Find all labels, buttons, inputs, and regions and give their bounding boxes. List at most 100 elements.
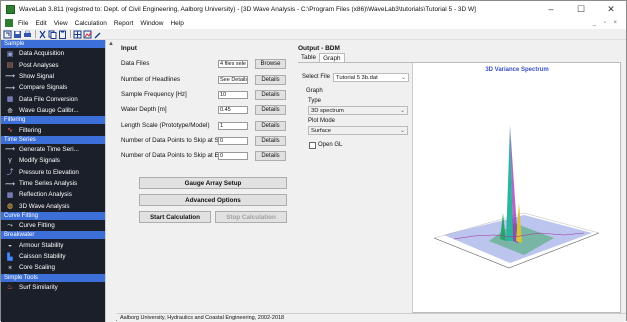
tool-sidebar: Sample ▣ Data Acquisition ▤ Post Analyses ⟿ Sh…: [1, 40, 116, 322]
sidebar-item[interactable]: ▙ Caisson Stability: [1, 251, 105, 262]
skip-end-details-button[interactable]: Details: [255, 150, 286, 161]
opengl-label: Open GL: [318, 142, 343, 148]
select-file-label: Select File: [302, 74, 331, 80]
maximize-button[interactable]: ☐: [566, 1, 596, 17]
gauge-array-setup-button[interactable]: Gauge Array Setup: [139, 177, 287, 189]
sidebar-item[interactable]: ▦ Reflection Analysis: [1, 189, 105, 200]
chart-icon: ▤: [6, 62, 14, 70]
menu-edit[interactable]: Edit: [35, 20, 46, 27]
skip-start-field[interactable]: 0: [218, 136, 248, 145]
data-files-field[interactable]: 4 files sele: [218, 59, 248, 68]
chart-icon[interactable]: [83, 30, 92, 39]
menu-view[interactable]: View: [54, 20, 68, 27]
frequency-details-button[interactable]: Details: [255, 89, 286, 100]
toolbar-separator: [35, 30, 36, 38]
advanced-options-button[interactable]: Advanced Options: [139, 194, 287, 206]
frequency-label: Sample Frequency [Hz]: [121, 91, 187, 98]
close-button[interactable]: ✕: [596, 1, 626, 17]
menu-help[interactable]: Help: [170, 20, 183, 27]
menu-window[interactable]: Window: [140, 20, 163, 27]
select-file-dropdown[interactable]: Tutorial 5 3b.dat ⌄: [333, 73, 409, 82]
water-depth-details-button[interactable]: Details: [255, 104, 286, 115]
type-dropdown[interactable]: 3D spectrum ⌄: [308, 106, 408, 115]
graph-options-panel: Select File Tutorial 5 3b.dat ⌄ Graph Ty…: [298, 63, 413, 313]
edit-icon[interactable]: [93, 30, 102, 39]
sidebar-item[interactable]: ◍ 3D Wave Analysis: [1, 201, 105, 212]
sidebar-item[interactable]: ⤴ Pressure to Elevation: [1, 167, 105, 178]
sidebar-item[interactable]: ⤳ Curve Fitting: [1, 220, 105, 231]
wave3d-icon: ◍: [6, 203, 14, 211]
browse-button[interactable]: Browse: [255, 58, 286, 69]
tick-mark: · · · · · ·: [436, 241, 446, 245]
sidebar-item-label: Armour Stability: [19, 241, 64, 249]
gauge-icon: ⟰: [7, 107, 13, 115]
headlines-field[interactable]: See Details: [218, 75, 248, 84]
skip-start-details-button[interactable]: Details: [255, 135, 286, 146]
sidebar-category[interactable]: Simple Tools: [1, 273, 105, 282]
sidebar-item[interactable]: ◒ Armour Stability: [1, 239, 105, 250]
sidebar-category[interactable]: Time Series: [1, 135, 105, 144]
sidebar-item[interactable]: ⟰ Wave Gauge Calibr...: [1, 105, 105, 116]
document-icon: [5, 19, 13, 27]
print-icon[interactable]: [23, 30, 32, 39]
filter-icon: ∿: [7, 127, 13, 135]
input-row-skip-start: Number of Data Points to Skip at Start 0…: [121, 135, 291, 146]
sidebar-item[interactable]: ⟿ Time Series Analysis: [1, 178, 105, 189]
paste-icon[interactable]: [58, 30, 67, 39]
sidebar-item[interactable]: ▤ Post Analyses: [1, 59, 105, 70]
sidebar-item[interactable]: γ Modify Signals: [1, 155, 105, 166]
app-window: WaveLab 3.811 (registred to: Dept. of Ci…: [0, 0, 627, 322]
sidebar-item-label: Filtering: [19, 126, 42, 134]
sidebar-item[interactable]: ✶ Core Scaling: [1, 262, 105, 273]
toolbar: [1, 29, 626, 40]
sidebar-item[interactable]: ⟿ Compare Signals: [1, 82, 105, 93]
sidebar-item[interactable]: ▦ Data File Conversion: [1, 94, 105, 105]
sidebar-item[interactable]: ♨ Surf Similarity: [1, 282, 105, 293]
toggle-icon[interactable]: [3, 30, 12, 39]
sidebar-category[interactable]: Sample: [1, 40, 105, 48]
length-scale-field[interactable]: 1: [218, 121, 248, 130]
graph-area: 3D Variance Spectrum · · · · · · · · · ·…: [414, 63, 620, 312]
acquisition-icon: ▣: [6, 50, 14, 58]
start-calculation-button[interactable]: Start Calculation: [139, 211, 211, 223]
skip-end-field[interactable]: 0: [218, 151, 248, 160]
scroll-up-icon[interactable]: ▲: [106, 40, 116, 49]
select-file-value: Tutorial 5 3b.dat: [336, 75, 378, 81]
mdi-controls[interactable]: _ ▫ ×: [593, 20, 620, 26]
sidebar-item-label: 3D Wave Analysis: [19, 202, 70, 210]
variance-spectrum-plot: · · · · · · · · · · · · ·: [433, 125, 600, 269]
sidebar-item[interactable]: ▣ Data Acquisition: [1, 48, 105, 59]
headlines-details-button[interactable]: Details: [255, 74, 286, 85]
save-icon[interactable]: [13, 30, 22, 39]
minimize-button[interactable]: –: [536, 1, 566, 17]
menu-file[interactable]: File: [18, 20, 28, 27]
menu-bar: File Edit View Calculation Report Window…: [1, 17, 626, 29]
sidebar-item[interactable]: ⟿ Show Signal: [1, 71, 105, 82]
window-title: WaveLab 3.811 (registred to: Dept. of Ci…: [19, 5, 476, 13]
opengl-checkbox[interactable]: [309, 142, 316, 149]
sidebar-item[interactable]: ∿ Filtering: [1, 124, 105, 135]
type-value: 3D spectrum: [311, 108, 344, 114]
sidebar-item-label: Modify Signals: [19, 157, 60, 165]
skip-end-label: Number of Data Points to Skip at End: [121, 152, 226, 159]
headlines-label: Number of Headlines: [121, 76, 181, 83]
menu-report[interactable]: Report: [114, 20, 134, 27]
length-scale-details-button[interactable]: Details: [255, 120, 286, 131]
sidebar-category[interactable]: Curve Fitting: [1, 212, 105, 221]
sidebar-category[interactable]: Breakwater: [1, 231, 105, 240]
sidebar-scrollbar[interactable]: ▲: [105, 40, 116, 322]
sidebar-item-label: Core Scaling: [19, 264, 56, 272]
sidebar-category[interactable]: Filtering: [1, 116, 105, 125]
copy-icon[interactable]: [48, 30, 57, 39]
sidebar-item[interactable]: ⟿ Generate Time Seri...: [1, 144, 105, 155]
frequency-field[interactable]: 10: [218, 90, 248, 99]
menu-calculation[interactable]: Calculation: [75, 20, 107, 27]
grid-icon[interactable]: [73, 30, 82, 39]
input-row-headlines: Number of Headlines See Details Details: [121, 74, 291, 85]
input-row-frequency: Sample Frequency [Hz] 10 Details: [121, 89, 291, 100]
cut-icon[interactable]: [38, 30, 47, 39]
plot-mode-dropdown[interactable]: Surface ⌄: [308, 126, 408, 135]
water-depth-field[interactable]: 0.45: [218, 105, 248, 114]
sidebar-item-label: Show Signal: [19, 72, 55, 80]
surf-icon: ♨: [6, 284, 14, 292]
